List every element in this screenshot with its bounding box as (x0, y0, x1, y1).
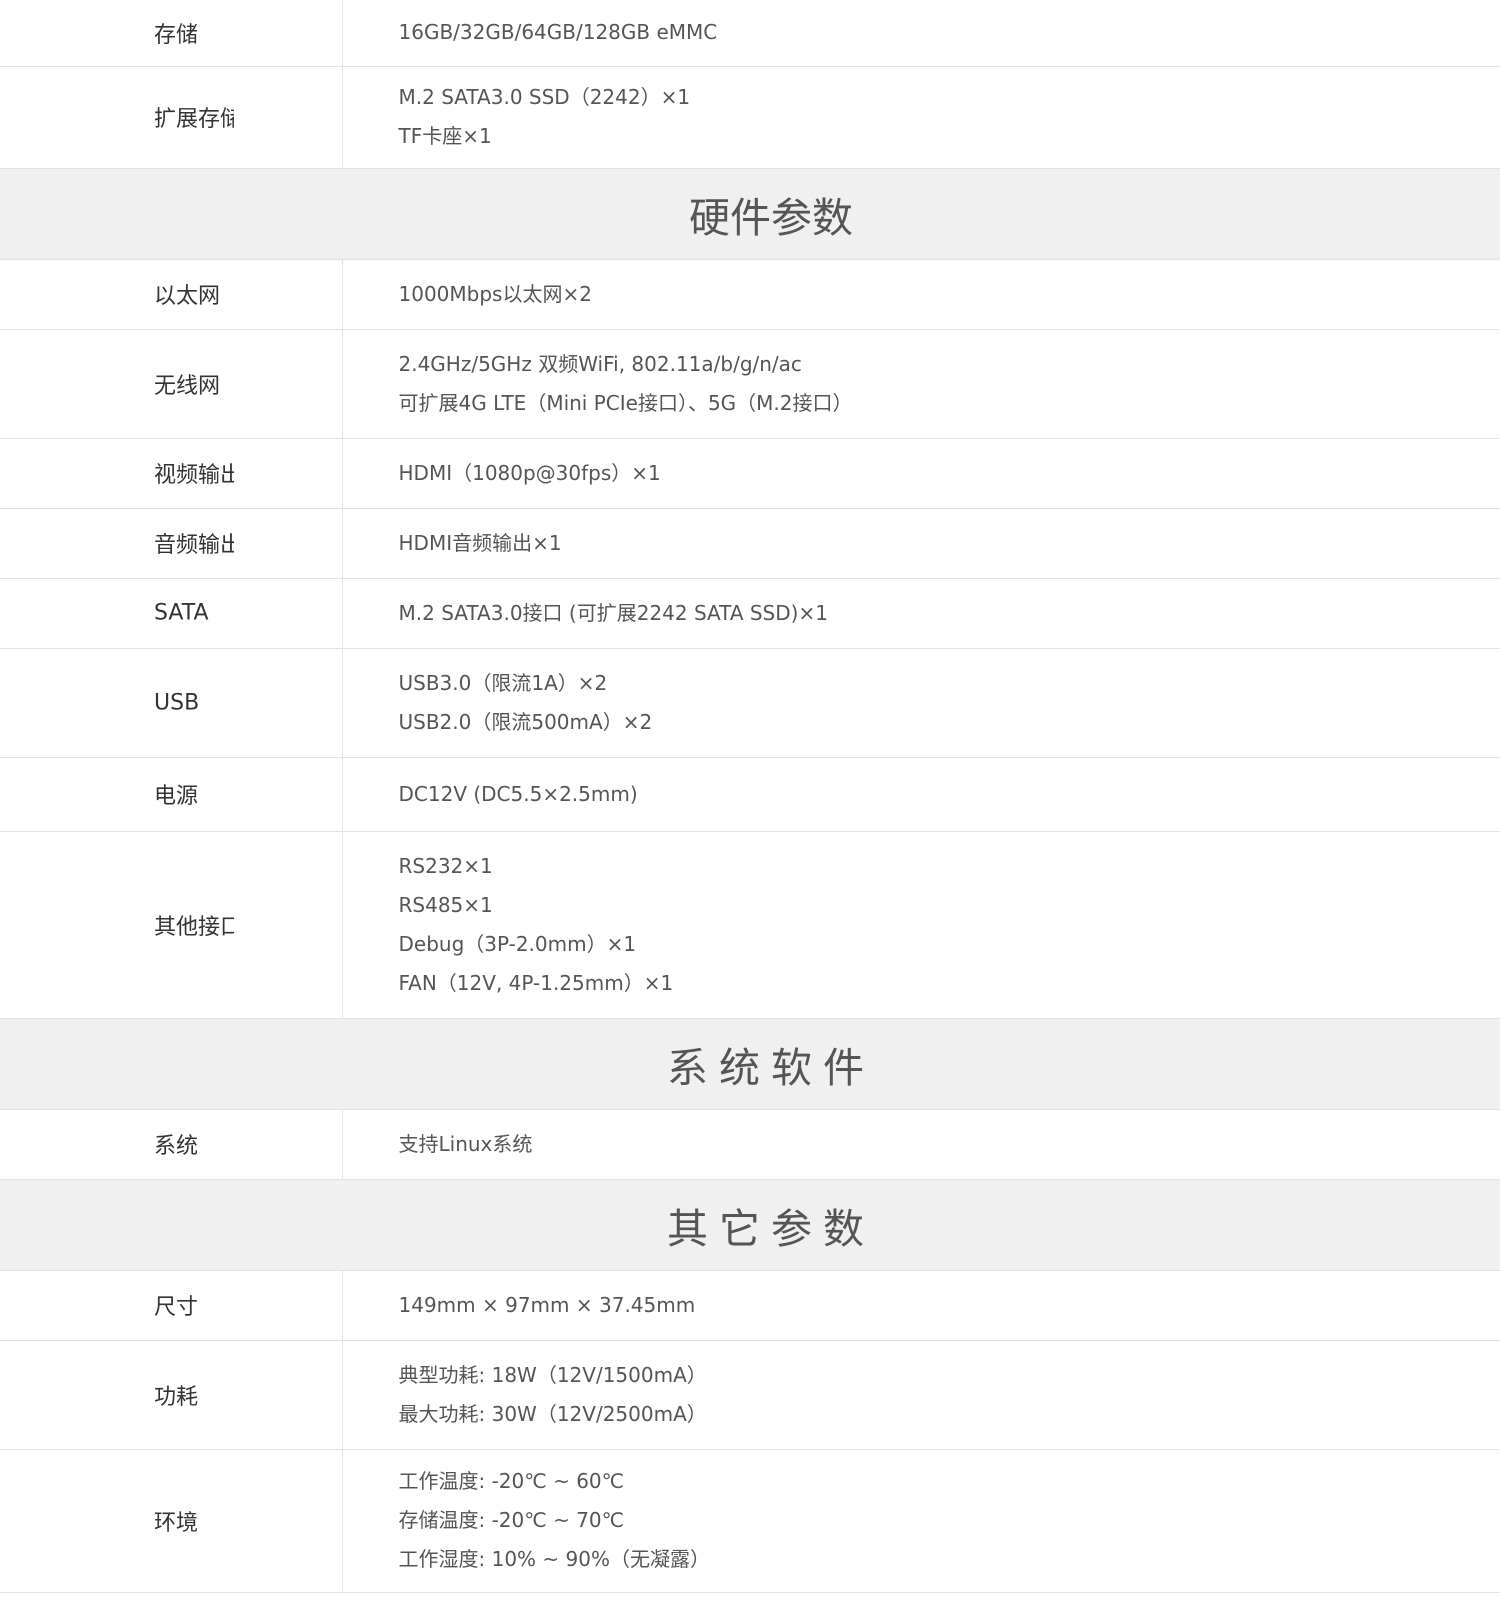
spec-label: USB (154, 690, 200, 715)
spec-value: HDMI（1080p@30fps）×1 (398, 460, 661, 485)
spec-label: SATA (154, 600, 209, 626)
spec-value: 16GB/32GB/64GB/128GB eMMC (398, 20, 718, 45)
spec-label: 环境 (154, 1510, 199, 1536)
spec-value: HDMI音频输出×1 (398, 530, 562, 555)
spec-value: TF卡座×1 (398, 124, 492, 148)
spec-label: 视频输出 (154, 463, 234, 488)
spec-row-video-output: 视频输出 HDMI（1080p@30fps）×1 (0, 438, 1500, 509)
spec-row-power-consumption: 功耗 典型功耗: 18W（12V/1500mA） 最大功耗: 30W（12V/2… (0, 1340, 1500, 1450)
spec-row-dimensions: 尺寸 149mm × 97mm × 37.45mm (0, 1270, 1500, 1341)
spec-label: 音频输出 (154, 533, 234, 558)
spec-value: 存储温度: -20℃ ~ 70℃ (398, 1508, 625, 1532)
spec-value: 可扩展4G LTE（Mini PCIe接口）、5G（M.2接口） (398, 390, 853, 415)
spec-value: DC12V (DC5.5×2.5mm) (398, 781, 638, 806)
section-header-hardware: 硬件参数 (0, 168, 1500, 260)
spec-value: 工作温度: -20℃ ~ 60℃ (398, 1469, 625, 1493)
section-title: 其它参数 (667, 1204, 875, 1253)
spec-row-power: 电源 DC12V (DC5.5×2.5mm) (0, 757, 1500, 832)
section-title: 系统软件 (667, 1043, 875, 1092)
spec-row-audio-output: 音频输出 HDMI音频输出×1 (0, 508, 1500, 579)
spec-value: 2.4GHz/5GHz 双频WiFi, 802.11a/b/g/n/ac (398, 351, 802, 376)
spec-value: M.2 SATA3.0接口 (可扩展2242 SATA SSD)×1 (398, 600, 828, 625)
spec-label: 电源 (154, 784, 199, 809)
spec-table: 存储 16GB/32GB/64GB/128GB eMMC 扩展存储 M.2 SA… (0, 0, 1500, 1593)
spec-row-wireless: 无线网 2.4GHz/5GHz 双频WiFi, 802.11a/b/g/n/ac… (0, 329, 1500, 439)
spec-value: 支持Linux系统 (398, 1131, 533, 1156)
spec-label: 无线网 (154, 373, 221, 399)
spec-label: 扩展存储 (154, 107, 234, 132)
spec-value: 工作湿度: 10% ~ 90%（无凝露） (398, 1547, 710, 1571)
spec-value: 最大功耗: 30W（12V/2500mA） (398, 1401, 707, 1426)
spec-row-storage: 存储 16GB/32GB/64GB/128GB eMMC (0, 0, 1500, 67)
spec-value: RS232×1 (398, 853, 493, 878)
spec-label: 系统 (154, 1134, 199, 1159)
section-header-other: 其它参数 (0, 1179, 1500, 1271)
spec-label: 以太网 (154, 284, 221, 309)
spec-value: USB2.0（限流500mA）×2 (398, 709, 653, 734)
spec-value: 149mm × 97mm × 37.45mm (398, 1292, 696, 1317)
spec-value: Debug（3P-2.0mm）×1 (398, 931, 637, 956)
spec-row-environment: 环境 工作温度: -20℃ ~ 60℃ 存储温度: -20℃ ~ 70℃ 工作湿… (0, 1449, 1500, 1593)
spec-value: 典型功耗: 18W（12V/1500mA） (398, 1362, 707, 1387)
spec-label: 存储 (154, 22, 199, 48)
spec-value: M.2 SATA3.0 SSD（2242）×1 (398, 85, 691, 109)
spec-label: 功耗 (154, 1384, 199, 1410)
spec-row-system: 系统 支持Linux系统 (0, 1109, 1500, 1180)
spec-row-extended-storage: 扩展存储 M.2 SATA3.0 SSD（2242）×1 TF卡座×1 (0, 66, 1500, 169)
spec-row-sata: SATA M.2 SATA3.0接口 (可扩展2242 SATA SSD)×1 (0, 578, 1500, 649)
spec-value: USB3.0（限流1A）×2 (398, 670, 608, 695)
section-header-software: 系统软件 (0, 1018, 1500, 1110)
spec-value: RS485×1 (398, 892, 493, 917)
spec-label: 尺寸 (154, 1295, 199, 1320)
spec-label: 其他接口 (154, 914, 234, 940)
spec-row-ethernet: 以太网 1000Mbps以太网×2 (0, 259, 1500, 330)
section-title: 硬件参数 (689, 193, 853, 242)
spec-row-usb: USB USB3.0（限流1A）×2 USB2.0（限流500mA）×2 (0, 648, 1500, 758)
spec-value: FAN（12V, 4P-1.25mm）×1 (398, 970, 674, 995)
spec-row-other-interfaces: 其他接口 RS232×1 RS485×1 Debug（3P-2.0mm）×1 F… (0, 831, 1500, 1019)
spec-value: 1000Mbps以太网×2 (398, 281, 592, 306)
